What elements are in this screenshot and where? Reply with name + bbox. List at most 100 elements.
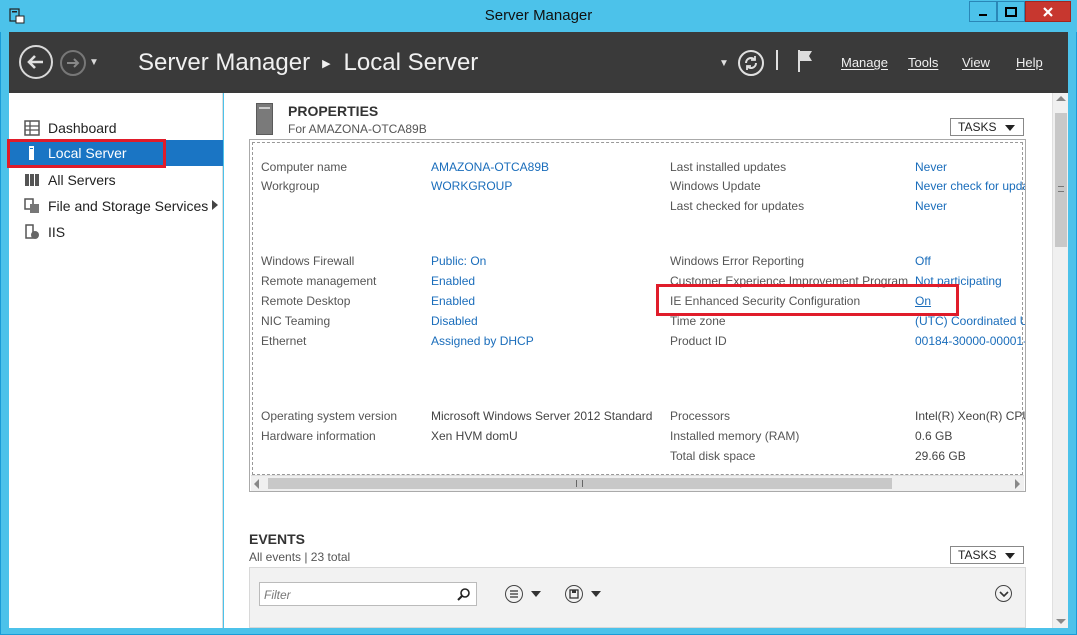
prop-label: Last checked for updates [670,199,805,213]
breadcrumb-root[interactable]: Server Manager [138,49,310,77]
horizontal-scrollbar[interactable] [251,475,1024,491]
events-tasks-button[interactable]: TASKS [950,546,1024,564]
prop-value-os-version: Microsoft Windows Server 2012 Standard [431,409,653,423]
refresh-button[interactable] [738,50,764,76]
properties-title: PROPERTIES [288,103,379,119]
prop-value-ethernet[interactable]: Assigned by DHCP [431,334,534,348]
breadcrumb: Server Manager ▶ Local Server [138,49,478,77]
prop-value-processors: Intel(R) Xeon(R) CPU [915,409,1026,423]
prop-label: Time zone [670,314,726,328]
prop-value-time-zone[interactable]: (UTC) Coordinated U [915,314,1025,328]
scrollbar-thumb[interactable] [268,478,892,489]
prop-label: Workgroup [261,179,320,193]
sidebar-item-label: All Servers [48,172,116,188]
menu-manage[interactable]: Manage [841,55,888,70]
prop-value-remote-management[interactable]: Enabled [431,274,475,288]
prop-value-windows-update[interactable]: Never check for upda [915,179,1025,193]
prop-label: Windows Error Reporting [670,254,805,268]
menu-view[interactable]: View [962,55,990,70]
refresh-icon [745,56,757,70]
dashboard-icon [24,120,40,136]
menu-help[interactable]: Help [1016,55,1043,70]
prop-label: Product ID [670,334,727,348]
sidebar-item-iis[interactable]: IIS [9,219,223,245]
maximize-button[interactable] [997,1,1025,22]
prop-label: Computer name [261,160,348,174]
expand-button[interactable] [995,585,1012,602]
header-bar: ▼ Server Manager ▶ Local Server ▼ Manage… [9,32,1068,93]
sidebar-item-dashboard[interactable]: Dashboard [9,115,223,141]
chevron-down-icon [1005,125,1015,131]
prop-label: Hardware information [261,429,376,443]
prop-value-workgroup[interactable]: WORKGROUP [431,179,512,193]
prop-value-last-installed[interactable]: Never [915,160,947,174]
save-icon [569,589,579,599]
sidebar: Dashboard Local Server All Servers File … [9,93,223,628]
events-title: EVENTS [249,531,306,547]
prop-value-firewall[interactable]: Public: On [431,254,486,268]
sidebar-item-all-servers[interactable]: All Servers [9,167,223,193]
arrow-right-icon [67,58,80,68]
prop-label: Ethernet [261,334,307,348]
iis-icon [25,224,39,239]
header-divider [776,50,778,70]
scroll-down-icon[interactable] [1056,619,1066,624]
search-icon[interactable] [457,587,471,601]
sidebar-item-label: File and Storage Services [48,198,209,214]
maximize-icon [1005,6,1017,17]
servers-icon [25,174,39,186]
prop-value-memory: 0.6 GB [915,429,953,443]
chevron-right-icon[interactable] [212,200,218,210]
prop-value-error-reporting[interactable]: Off [915,254,931,268]
grip-icon [576,480,583,487]
properties-subtitle: For AMAZONA-OTCA89B [288,122,427,136]
prop-value-disk-space: 29.66 GB [915,449,966,463]
highlight-local-server [7,139,166,168]
minimize-icon [979,13,987,16]
save-query-dropdown-icon[interactable] [591,591,601,597]
window-title: Server Manager [484,7,593,24]
breadcrumb-separator-icon: ▶ [322,57,331,70]
prop-label: Windows Firewall [261,254,355,268]
prop-label: Remote Desktop [261,294,351,308]
save-query-button[interactable] [565,585,583,603]
sidebar-item-file-storage[interactable]: File and Storage Services [9,193,223,219]
menu-tools[interactable]: Tools [908,55,938,70]
list-view-button[interactable] [505,585,523,603]
scroll-left-icon[interactable] [254,479,259,489]
sidebar-item-label: IIS [48,224,66,240]
prop-value-last-checked[interactable]: Never [915,199,947,213]
chevron-down-icon [998,590,1009,597]
properties-tasks-button[interactable]: TASKS [950,118,1024,136]
breadcrumb-current: Local Server [343,49,479,76]
tasks-label: TASKS [958,120,997,134]
chevron-down-icon [1005,553,1015,559]
storage-icon [24,198,39,213]
header-dropdown-icon[interactable]: ▼ [719,58,729,69]
prop-label: NIC Teaming [261,314,331,328]
prop-value-nic-teaming[interactable]: Disabled [431,314,478,328]
prop-label: Processors [670,409,731,423]
close-button[interactable] [1025,1,1071,22]
arrow-left-icon [27,55,43,69]
minimize-button[interactable] [969,1,997,22]
events-filter-input[interactable]: Filter [259,582,477,606]
grip-icon [1058,186,1064,192]
prop-value-computer-name[interactable]: AMAZONA-OTCA89B [431,160,549,174]
list-view-dropdown-icon[interactable] [531,591,541,597]
prop-label: Last installed updates [670,160,787,174]
prop-value-remote-desktop[interactable]: Enabled [431,294,475,308]
filter-placeholder: Filter [264,588,291,602]
sidebar-item-label: Dashboard [48,120,117,136]
history-dropdown-icon[interactable]: ▼ [89,57,99,68]
back-button[interactable] [19,45,53,79]
prop-label: Operating system version [261,409,398,423]
scrollbar-thumb[interactable] [1055,113,1067,247]
scroll-up-icon[interactable] [1056,96,1066,101]
forward-button[interactable] [60,50,86,76]
prop-value-product-id[interactable]: 00184-30000-00001- [915,334,1025,348]
events-subtitle: All events | 23 total [249,550,351,564]
vertical-scrollbar[interactable] [1052,93,1068,628]
notifications-flag-icon[interactable] [796,49,814,73]
scroll-right-icon[interactable] [1015,479,1020,489]
